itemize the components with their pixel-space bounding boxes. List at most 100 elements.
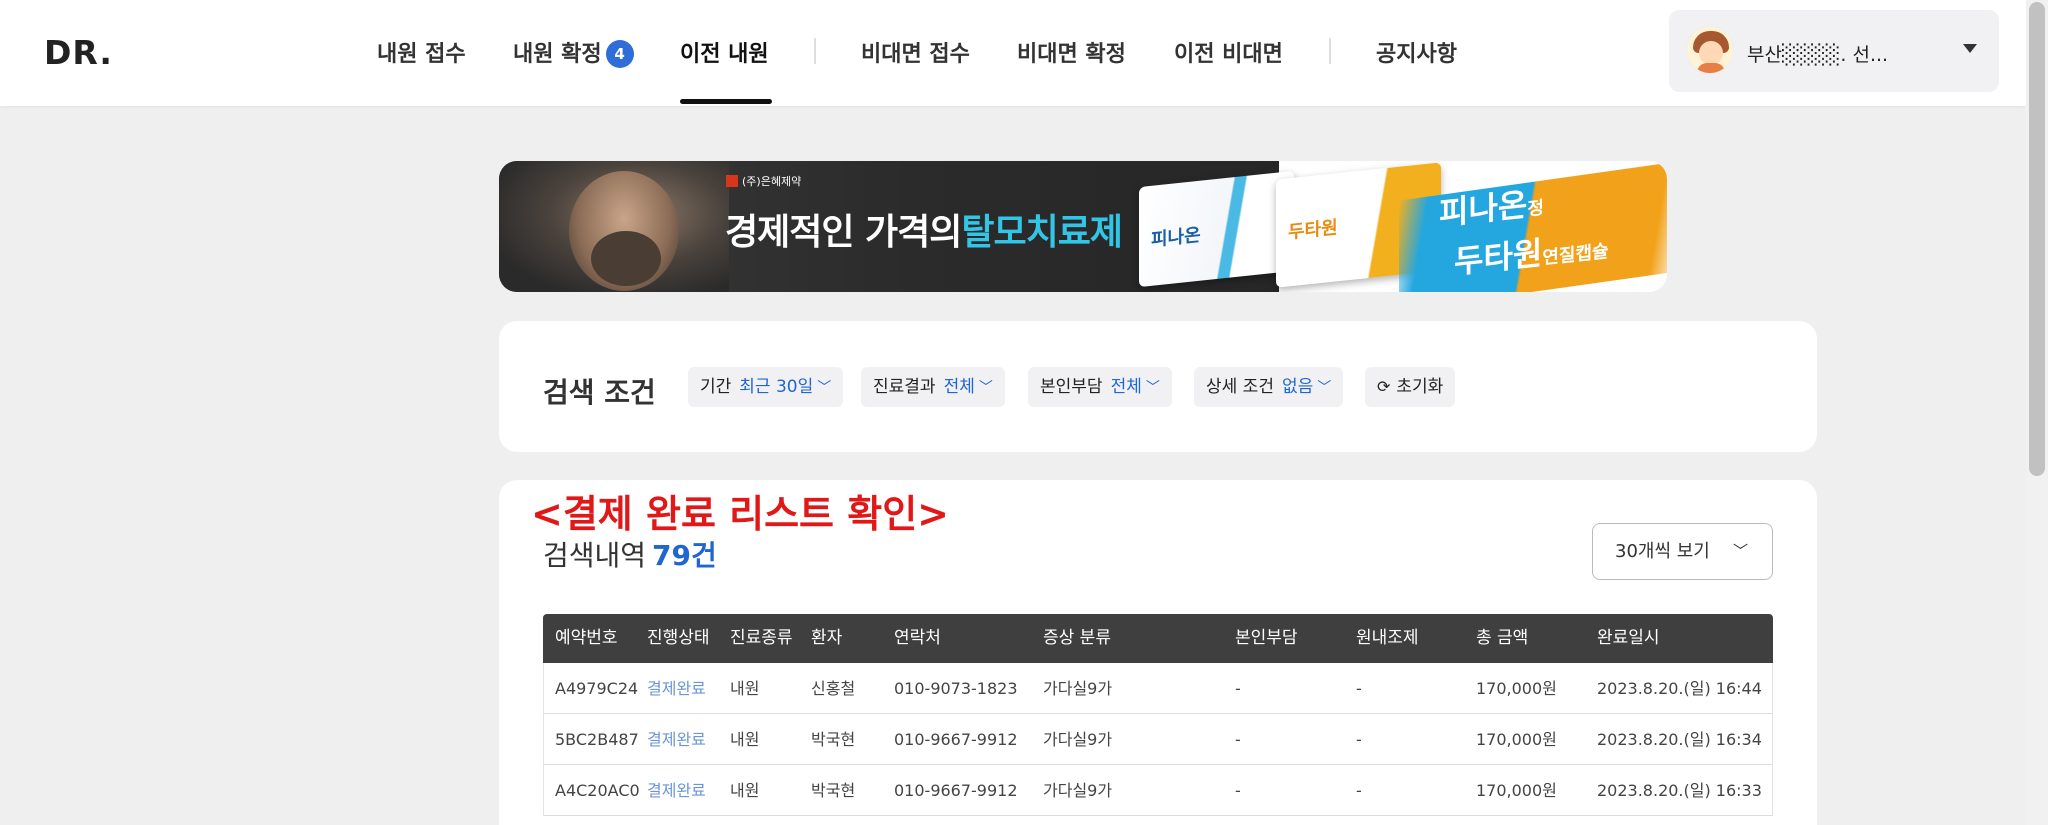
banner-brand: (주)은혜제약 [726, 173, 801, 189]
column-header: 예약번호 [555, 628, 618, 648]
cell-total: 170,000원 [1476, 781, 1557, 800]
cell-total: 170,000원 [1476, 679, 1557, 698]
column-header: 진행상태 [647, 628, 710, 648]
caret-down-icon[interactable] [1963, 44, 1977, 53]
banner-headline: 경제적인 가격의탈모치료제 [725, 203, 1123, 255]
column-header: 완료일시 [1597, 628, 1660, 648]
search-title: 검색 조건 [543, 376, 656, 409]
nav-tab-remote-reception[interactable]: 비대면 접수 [861, 36, 970, 68]
cell-phone: 010-9667-9912 [894, 781, 1018, 800]
cell-phone: 010-9667-9912 [894, 730, 1018, 749]
chevron-down-icon: ﹀ [1317, 380, 1332, 396]
banner-brand-text: (주)은혜제약 [742, 175, 802, 188]
chevron-down-icon: ﹀ [1733, 542, 1749, 560]
filter-detail[interactable]: 상세 조건 없음 ﹀ [1194, 367, 1344, 407]
chevron-down-icon: ﹀ [1145, 380, 1160, 396]
nav-tab-remote-confirm[interactable]: 비대면 확정 [1017, 36, 1126, 68]
banner-person-beard [591, 231, 661, 286]
filter-period[interactable]: 기간 최근 30일 ﹀ [688, 367, 844, 407]
nav-tab-visit-confirm[interactable]: 내원 확정 4 [513, 36, 634, 68]
cell-dispensing: - [1356, 781, 1362, 800]
nav-tab-previous-visits[interactable]: 이전 내원 [680, 36, 769, 68]
product-box-2-label: 두타원 [1288, 217, 1338, 244]
filter-value: 전체 [943, 377, 975, 397]
banner-product-2-suffix: 연질캡슐 [1542, 240, 1609, 269]
cell-status[interactable]: 결제완료 [647, 663, 706, 714]
nav-tab-label: 이전 비대면 [1174, 42, 1283, 67]
active-tab-indicator [680, 99, 772, 104]
user-menu[interactable]: 부산░░░░. 선... [1669, 10, 1999, 92]
nav-tab-label: 내원 접수 [377, 42, 466, 67]
avatar [1686, 26, 1734, 74]
filter-label: 기간 [700, 377, 732, 397]
avatar-body [1697, 63, 1725, 73]
cell-copay: - [1235, 679, 1241, 698]
filter-value: 최근 30일 [739, 377, 814, 397]
brand-logo-icon [726, 175, 738, 187]
column-header: 원내조제 [1356, 628, 1419, 648]
cell-symptom: 가다실9가 [1043, 679, 1113, 698]
banner-product-1-suffix: 정 [1527, 197, 1544, 221]
reset-label: 초기화 [1396, 377, 1444, 397]
cell-reservation-id: A4C20AC0 [555, 781, 640, 800]
chevron-down-icon: ﹀ [817, 380, 832, 396]
column-header: 본인부담 [1235, 628, 1298, 648]
cell-copay: - [1235, 730, 1241, 749]
cell-total: 170,000원 [1476, 730, 1557, 749]
search-conditions-panel: 검색 조건 기간 최근 30일 ﹀ 진료결과 전체 ﹀ 본인부담 전체 ﹀ 상세 조건 없음 ﹀… [499, 321, 1817, 452]
cell-visit-type: 내원 [730, 730, 760, 749]
nav-divider [1329, 38, 1331, 64]
filter-value: 없음 [1281, 377, 1314, 397]
banner-product-1-name: 피나온 [1439, 185, 1528, 233]
nav-tab-label: 이전 내원 [680, 42, 769, 67]
nav-tab-previous-remote[interactable]: 이전 비대면 [1174, 36, 1283, 68]
cell-visit-type: 내원 [730, 781, 760, 800]
product-box-1: 피나온 [1139, 170, 1294, 288]
table-row[interactable]: A4979C24 결제완료 내원 신홍철 010-9073-1823 가다실9가… [543, 663, 1773, 714]
cell-symptom: 가다실9가 [1043, 781, 1113, 800]
cell-dispensing: - [1356, 679, 1362, 698]
cell-completed-at: 2023.8.20.(일) 16:44 [1597, 679, 1762, 698]
nav-tab-visit-reception[interactable]: 내원 접수 [377, 36, 466, 68]
cell-completed-at: 2023.8.20.(일) 16:34 [1597, 730, 1762, 749]
page-size-select[interactable]: 30개씩 보기 ﹀ [1592, 523, 1773, 580]
scrollbar-thumb[interactable] [2029, 2, 2045, 476]
app-logo[interactable]: DR. [44, 33, 113, 72]
column-header: 진료종류 [730, 628, 793, 648]
cell-reservation-id: A4979C24 [555, 679, 639, 698]
cell-copay: - [1235, 781, 1241, 800]
filter-result[interactable]: 진료결과 전체 ﹀ [861, 367, 1005, 407]
cell-dispensing: - [1356, 730, 1362, 749]
cell-status[interactable]: 결제완료 [647, 765, 706, 816]
nav-tab-label: 내원 확정 [513, 42, 602, 67]
banner-headline-highlight: 탈모치료제 [961, 212, 1123, 253]
nav-divider [814, 38, 816, 64]
nav-tab-label: 공지사항 [1376, 42, 1457, 67]
table-header: 예약번호 진행상태 진료종류 환자 연락처 증상 분류 본인부담 원내조제 총 … [543, 614, 1773, 663]
column-header: 증상 분류 [1043, 628, 1111, 648]
cell-completed-at: 2023.8.20.(일) 16:33 [1597, 781, 1762, 800]
filter-copay[interactable]: 본인부담 전체 ﹀ [1028, 367, 1172, 407]
refresh-icon: ⟳ [1377, 377, 1391, 396]
count-badge: 4 [605, 40, 634, 68]
column-header: 총 금액 [1476, 628, 1529, 648]
cell-symptom: 가다실9가 [1043, 730, 1113, 749]
table-row[interactable]: 5BC2B487 결제완료 내원 박국현 010-9667-9912 가다실9가… [543, 714, 1773, 765]
page-scrollbar[interactable] [2026, 0, 2048, 825]
column-header: 환자 [811, 628, 843, 648]
filter-value: 전체 [1110, 377, 1142, 397]
avatar-face [1699, 41, 1723, 65]
table-row[interactable]: A4C20AC0 결제완료 내원 박국현 010-9667-9912 가다실9가… [543, 765, 1773, 816]
results-table: 예약번호 진행상태 진료종류 환자 연락처 증상 분류 본인부담 원내조제 총 … [543, 614, 1773, 816]
filter-label: 상세 조건 [1206, 377, 1274, 397]
cell-patient: 박국현 [811, 781, 856, 800]
cell-visit-type: 내원 [730, 679, 760, 698]
cell-status[interactable]: 결제완료 [647, 714, 706, 765]
reset-button[interactable]: ⟳ 초기화 [1365, 367, 1456, 407]
nav-tab-label: 비대면 확정 [1017, 42, 1126, 67]
cell-phone: 010-9073-1823 [894, 679, 1018, 698]
ad-banner[interactable]: (주)은혜제약 경제적인 가격의탈모치료제 피나온 두타원 피나온정 두타원연질… [499, 161, 1667, 292]
nav-tab-notices[interactable]: 공지사항 [1376, 36, 1457, 68]
page-size-label: 30개씩 보기 [1615, 541, 1710, 562]
chevron-down-icon: ﹀ [978, 380, 993, 396]
